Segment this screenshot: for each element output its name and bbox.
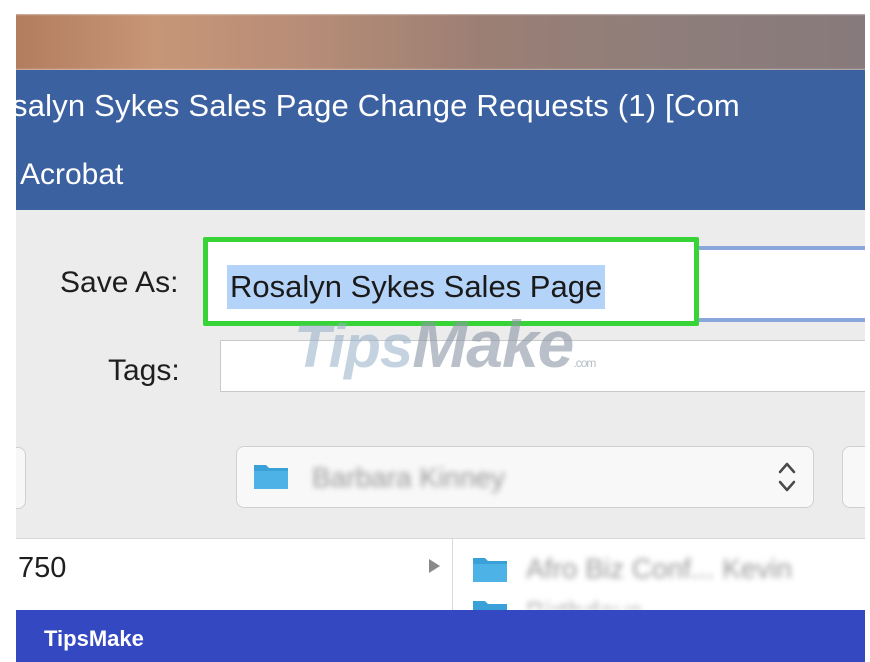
folder-icon <box>254 465 288 489</box>
right-column-item[interactable]: Birthdays <box>526 596 826 610</box>
watermark-part2: Make <box>412 307 574 381</box>
save-as-input[interactable]: Rosalyn Sykes Sales Page <box>227 265 606 309</box>
screenshot-frame: salyn Sykes Sales Page Change Requests (… <box>0 0 870 662</box>
left-column-item[interactable]: 750 <box>18 552 66 585</box>
watermark-part1: Tips <box>294 313 413 380</box>
up-down-chevron-icon <box>778 462 796 492</box>
watermark: TipsMake.com <box>294 306 596 382</box>
window-title: salyn Sykes Sales Page Change Requests (… <box>12 88 740 123</box>
tags-label: Tags: <box>108 354 180 387</box>
desktop-wallpaper <box>0 14 870 70</box>
top-border <box>0 0 870 14</box>
right-border <box>865 0 870 662</box>
left-border <box>0 0 16 662</box>
watermark-suffix: .com <box>573 356 596 370</box>
folder-icon <box>473 558 507 582</box>
right-column-item[interactable]: Afro Biz Conf... Kevin <box>526 553 792 585</box>
disclosure-arrow-icon <box>429 559 440 573</box>
app-name: Acrobat <box>20 158 124 191</box>
save-as-label: Save As: <box>60 266 179 299</box>
footer-brand: TipsMake <box>44 626 144 651</box>
column-divider <box>452 538 453 610</box>
folder-icon <box>473 601 507 610</box>
location-value: Barbara Kinney <box>312 462 506 493</box>
